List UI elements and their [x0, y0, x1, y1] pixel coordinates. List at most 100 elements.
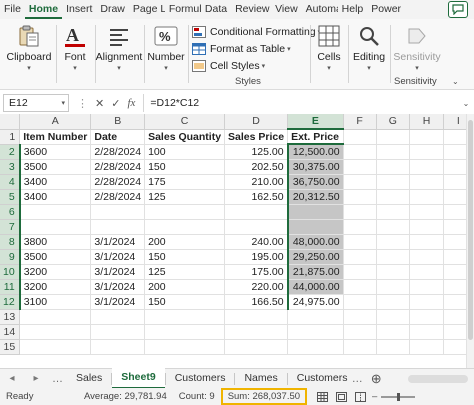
conditional-formatting-button[interactable]: Conditional Formatting ▾	[192, 23, 321, 40]
sheet-tab-sales[interactable]: Sales	[67, 369, 111, 388]
cell-e6[interactable]	[286, 204, 344, 220]
cell-d13[interactable]	[224, 309, 289, 325]
number-button[interactable]: % Number ▾	[147, 19, 185, 72]
cell-a4[interactable]: 3400	[19, 174, 92, 190]
sensitivity-button[interactable]: Sensitivity ▾	[393, 19, 441, 72]
cell-f2[interactable]	[343, 144, 377, 160]
cell-e15[interactable]	[287, 339, 344, 355]
cell-a3[interactable]: 3500	[19, 159, 92, 175]
cell-g2[interactable]	[376, 144, 411, 160]
cell-g1[interactable]	[376, 129, 411, 145]
cell-h9[interactable]	[409, 249, 444, 265]
cell-e10[interactable]: 21,875.00	[286, 264, 344, 280]
row-header[interactable]: 4	[0, 174, 21, 190]
cell-h12[interactable]	[409, 294, 444, 310]
more-sheets-icon[interactable]: …	[348, 373, 367, 385]
cell-g11[interactable]	[376, 279, 411, 295]
tab-draw[interactable]: Draw	[96, 0, 129, 19]
normal-view-icon[interactable]	[317, 391, 329, 402]
vertical-scrollbar[interactable]	[466, 114, 474, 368]
cell-h3[interactable]	[409, 159, 444, 175]
sheet-tab-customers-2[interactable]: Customers (	[288, 369, 348, 388]
name-box[interactable]: E12 ▾	[3, 94, 69, 112]
cell-e9[interactable]: 29,250.00	[286, 249, 344, 265]
cell-a12[interactable]: 3100	[19, 294, 92, 310]
cell-b8[interactable]: 3/1/2024	[90, 234, 146, 250]
next-sheet-icon[interactable]: ▸	[24, 373, 48, 384]
more-sheets-icon[interactable]: …	[48, 373, 67, 385]
cell-b1[interactable]: Date	[90, 129, 146, 145]
cell-d9[interactable]: 195.00	[224, 249, 289, 265]
tab-review[interactable]: Review	[231, 0, 271, 19]
cell-g14[interactable]	[376, 324, 411, 340]
cell-f4[interactable]	[343, 174, 377, 190]
cell-g12[interactable]	[376, 294, 411, 310]
column-header-c[interactable]: C	[144, 114, 226, 130]
tab-home[interactable]: Home	[24, 0, 63, 19]
cell-c11[interactable]: 200	[144, 279, 226, 295]
cell-g15[interactable]	[376, 339, 411, 355]
insert-function-icon[interactable]: fx	[127, 97, 135, 109]
cell-f11[interactable]	[343, 279, 377, 295]
cell-c6[interactable]	[144, 204, 226, 220]
row-header[interactable]: 9	[0, 249, 21, 265]
column-header-a[interactable]: A	[19, 114, 92, 130]
cell-b14[interactable]	[90, 324, 146, 340]
cell-b15[interactable]	[90, 339, 146, 355]
cell-f15[interactable]	[343, 339, 377, 355]
cell-c8[interactable]: 200	[144, 234, 226, 250]
sheet-tab-customers[interactable]: Customers	[166, 369, 235, 388]
cell-table[interactable]: A B C D E F G H I 1 Item Number Date Sales Quantity S…	[0, 114, 474, 355]
cell-b13[interactable]	[90, 309, 146, 325]
cell-c5[interactable]: 125	[144, 189, 226, 205]
cell-h15[interactable]	[409, 339, 444, 355]
cell-f7[interactable]	[343, 219, 377, 235]
cell-d4[interactable]: 210.00	[224, 174, 289, 190]
cell-b7[interactable]	[90, 219, 146, 235]
cell-d1[interactable]: Sales Price	[224, 129, 289, 145]
row-header[interactable]: 8	[0, 234, 21, 250]
cell-d5[interactable]: 162.50	[224, 189, 289, 205]
cell-a1[interactable]: Item Number	[19, 129, 92, 145]
row-header[interactable]: 10	[0, 264, 21, 280]
cell-h6[interactable]	[409, 204, 444, 220]
cell-d12[interactable]: 166.50	[224, 294, 289, 310]
row-header[interactable]: 13	[0, 309, 21, 325]
cell-b6[interactable]	[90, 204, 146, 220]
cell-c13[interactable]	[144, 309, 226, 325]
cell-h1[interactable]	[409, 129, 444, 145]
expand-formula-bar-icon[interactable]: ⌄	[458, 99, 474, 108]
row-header[interactable]: 1	[0, 129, 21, 145]
cell-f12[interactable]	[343, 294, 377, 310]
page-layout-view-icon[interactable]	[336, 391, 348, 402]
column-header-b[interactable]: B	[90, 114, 146, 130]
cell-f5[interactable]	[343, 189, 377, 205]
prev-sheet-icon[interactable]: ◂	[0, 373, 24, 384]
cell-g4[interactable]	[376, 174, 411, 190]
cell-e1[interactable]: Ext. Price	[287, 129, 344, 145]
cell-d3[interactable]: 202.50	[224, 159, 289, 175]
column-header-h[interactable]: H	[409, 114, 444, 130]
cell-c2[interactable]: 100	[144, 144, 226, 160]
cell-d15[interactable]	[224, 339, 289, 355]
cell-d11[interactable]: 220.00	[224, 279, 289, 295]
zoom-out-icon[interactable]: –	[372, 391, 377, 402]
cell-a7[interactable]	[19, 219, 92, 235]
tab-page-layout[interactable]: Page La	[129, 0, 165, 19]
cell-f3[interactable]	[343, 159, 377, 175]
column-header-e[interactable]: E	[287, 114, 344, 130]
cancel-icon[interactable]: ✕	[95, 97, 104, 110]
cell-a15[interactable]	[19, 339, 92, 355]
row-header[interactable]: 3	[0, 159, 21, 175]
clipboard-button[interactable]: Clipboard ▾	[7, 19, 51, 72]
tab-insert[interactable]: Insert	[62, 0, 96, 19]
cell-c10[interactable]: 125	[144, 264, 226, 280]
cell-g13[interactable]	[376, 309, 411, 325]
cell-b12[interactable]: 3/1/2024	[90, 294, 146, 310]
cell-d10[interactable]: 175.00	[224, 264, 289, 280]
cell-b11[interactable]: 3/1/2024	[90, 279, 146, 295]
zoom-knob[interactable]	[397, 392, 401, 401]
cell-g8[interactable]	[376, 234, 411, 250]
cell-e7[interactable]	[286, 219, 344, 235]
column-header-d[interactable]: D	[224, 114, 289, 130]
